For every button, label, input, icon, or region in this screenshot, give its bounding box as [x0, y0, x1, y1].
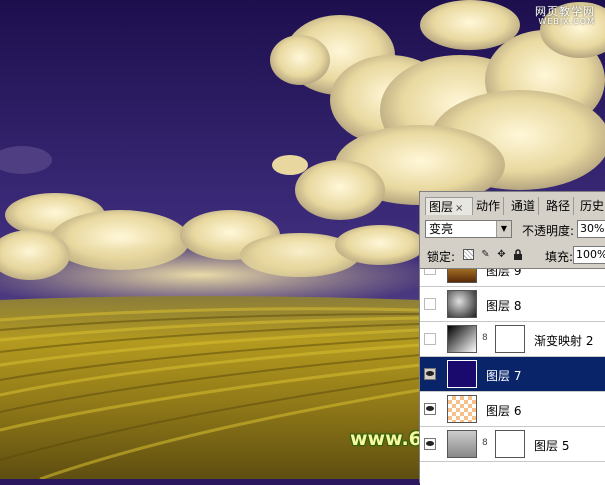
visibility-toggle[interactable]: [424, 403, 436, 415]
visibility-toggle[interactable]: [424, 298, 436, 310]
layer-thumbnail: [447, 360, 477, 388]
layer-name: 图层 8: [486, 299, 522, 313]
layers-panel: 图层 × 动作 通道 路径 历史 变亮 ▼ 不透明度: 30% 锁定: ✎ ✥ 填…: [419, 191, 605, 485]
layer-name: 渐变映射 2: [534, 334, 594, 348]
lock-transparency-icon[interactable]: [463, 249, 474, 260]
watermark-top: 网页教学网 WEBJX.COM: [535, 6, 595, 26]
layer-thumbnail: [447, 430, 477, 458]
watermark-top-line2: WEBJX.COM: [538, 16, 595, 26]
layer-row-7[interactable]: 图层 7: [420, 357, 605, 392]
tab-channels[interactable]: 通道: [508, 197, 540, 215]
link-icon: 8: [482, 333, 488, 343]
link-icon: 8: [482, 438, 488, 448]
layer-row-gradient-map-2[interactable]: 8 渐变映射 2: [420, 322, 605, 357]
fill-label: 填充:: [545, 250, 574, 264]
panel-tabs: 图层 × 动作 通道 路径 历史: [420, 197, 605, 215]
visibility-toggle[interactable]: [424, 438, 436, 450]
chevron-down-icon[interactable]: ▼: [496, 221, 511, 237]
blend-mode-select[interactable]: 变亮 ▼: [425, 220, 512, 238]
watermark-top-line1: 网页教学网: [535, 5, 595, 18]
close-icon[interactable]: ×: [455, 203, 463, 214]
tab-layers-label: 图层: [429, 200, 454, 214]
eye-icon: [426, 441, 434, 446]
visibility-toggle[interactable]: [424, 269, 436, 275]
layer-thumbnail: [447, 325, 477, 353]
tab-actions-label: 动作: [476, 199, 501, 213]
tab-layers[interactable]: 图层 ×: [425, 197, 473, 215]
layer-name: 图层 6: [486, 404, 522, 418]
layer-thumbnail: [447, 395, 477, 423]
eye-icon: [426, 406, 434, 411]
layer-name: 图层 9: [486, 268, 522, 278]
layer-mask-thumbnail: [495, 325, 525, 353]
fill-input[interactable]: 100%: [573, 246, 605, 264]
tab-paths[interactable]: 路径: [543, 197, 575, 215]
lock-icon: [513, 249, 522, 260]
visibility-toggle[interactable]: [424, 333, 436, 345]
opacity-label: 不透明度:: [522, 224, 575, 238]
lock-all-icon[interactable]: [512, 249, 523, 260]
layer-row-9[interactable]: 图层 9: [420, 268, 605, 287]
tab-history[interactable]: 历史: [577, 197, 605, 215]
blend-row: 变亮 ▼ 不透明度: 30%: [425, 220, 605, 240]
layers-list: 图层 9 图层 8 8 渐变映射 2 图层 7 图层 6 8 图层 5: [420, 268, 605, 485]
eye-icon: [426, 371, 434, 376]
layer-row-6[interactable]: 图层 6: [420, 392, 605, 427]
lock-move-icon[interactable]: ✥: [496, 249, 507, 260]
layer-row-8[interactable]: 图层 8: [420, 287, 605, 322]
layer-name: 图层 7: [486, 369, 522, 383]
tab-history-label: 历史: [580, 199, 605, 213]
tab-paths-label: 路径: [546, 199, 571, 213]
layer-mask-thumbnail: [495, 430, 525, 458]
blend-mode-value: 变亮: [429, 222, 454, 236]
layer-row-5[interactable]: 8 图层 5: [420, 427, 605, 462]
layer-name: 图层 5: [534, 439, 570, 453]
layer-thumbnail: [447, 290, 477, 318]
tab-channels-label: 通道: [511, 199, 536, 213]
lock-label: 锁定:: [427, 250, 456, 264]
tab-actions[interactable]: 动作: [473, 197, 505, 215]
opacity-input[interactable]: 30%: [577, 220, 605, 238]
lock-row: 锁定: ✎ ✥ 填充: 100%: [425, 246, 605, 266]
layer-thumbnail: [447, 269, 477, 283]
visibility-toggle[interactable]: [424, 368, 436, 380]
lock-brush-icon[interactable]: ✎: [480, 249, 491, 260]
